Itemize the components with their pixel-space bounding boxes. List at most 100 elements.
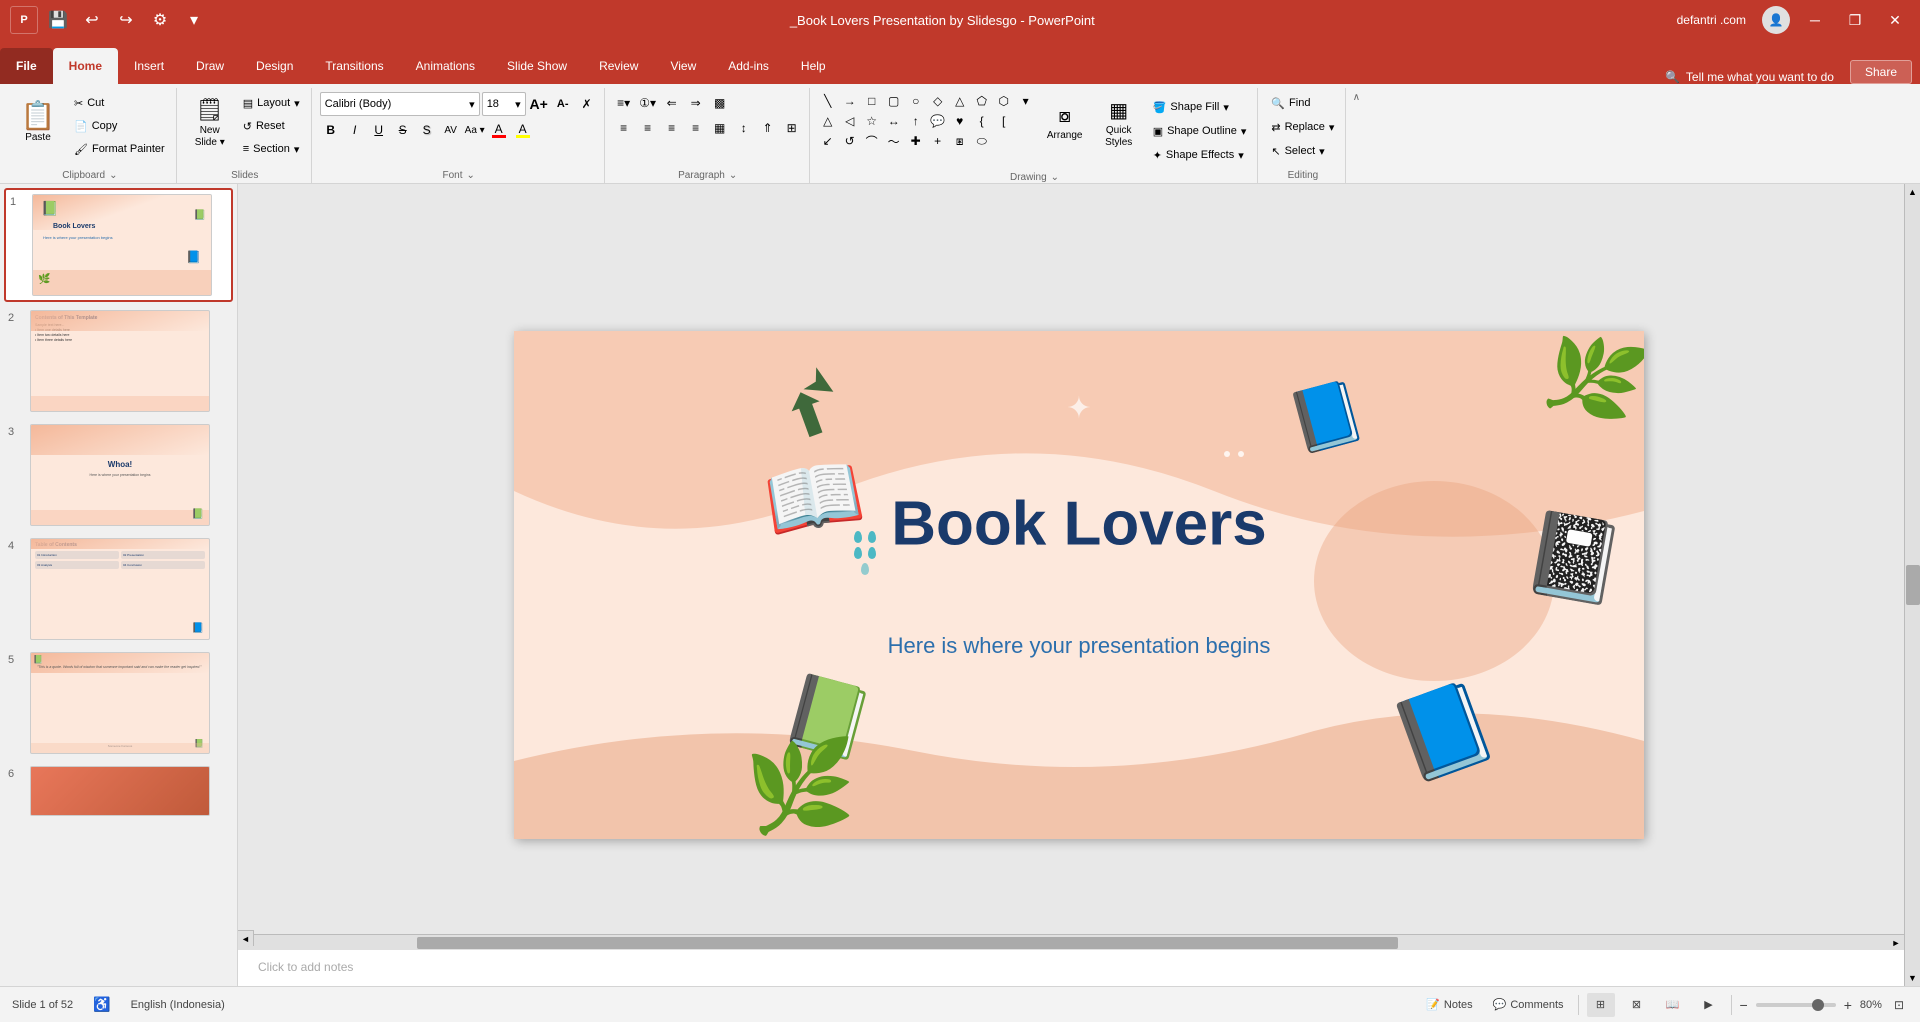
fit-slide-btn[interactable]: ⊡	[1890, 998, 1908, 1012]
zoom-level[interactable]: 80%	[1860, 999, 1882, 1011]
bracket-shape[interactable]: [	[994, 112, 1014, 130]
line-spacing-button[interactable]: ↕	[733, 117, 755, 139]
tab-transitions[interactable]: Transitions	[309, 48, 399, 84]
tab-home[interactable]: Home	[53, 48, 118, 84]
swoosh-shape[interactable]: ↙	[818, 132, 838, 150]
layout-button[interactable]: ▤ Layout ▾	[238, 92, 305, 114]
format-painter-button[interactable]: 🖌 Format Painter	[69, 138, 170, 160]
user-avatar[interactable]: 👤	[1762, 6, 1790, 34]
tab-review[interactable]: Review	[583, 48, 654, 84]
highlight-color-button[interactable]: A	[512, 119, 534, 141]
tab-help[interactable]: Help	[785, 48, 842, 84]
scroll-up-btn[interactable]: ▲	[1905, 184, 1920, 200]
decrease-indent-button[interactable]: ⇐	[661, 92, 683, 114]
scroll-right-btn[interactable]: ►	[1888, 935, 1904, 951]
paste-button[interactable]: 📋 Paste	[10, 92, 66, 154]
search-tab[interactable]: 🔍 Tell me what you want to do	[1649, 70, 1850, 84]
normal-view-btn[interactable]: ⊞	[1587, 993, 1615, 1017]
align-right-button[interactable]: ≡	[661, 117, 683, 139]
replace-button[interactable]: ⇄ Replace ▾	[1266, 116, 1339, 138]
cylinder-shape[interactable]: ⬭	[972, 132, 992, 150]
change-case-button[interactable]: Aa ▾	[464, 119, 486, 141]
shape-effects-button[interactable]: ✦ Shape Effects ▾	[1148, 144, 1252, 166]
cut-button[interactable]: ✂ Cut	[69, 92, 170, 114]
font-grow-button[interactable]: A+	[528, 93, 550, 115]
select-button[interactable]: ↖ Select ▾	[1266, 140, 1329, 162]
scroll-down-btn[interactable]: ▼	[1905, 970, 1920, 986]
zoom-in-btn[interactable]: +	[1844, 997, 1852, 1013]
brace-shape[interactable]: {	[972, 112, 992, 130]
zoom-slider[interactable]	[1756, 1003, 1836, 1007]
font-size-dropdown[interactable]: 18 ▾	[482, 92, 526, 116]
align-center-button[interactable]: ≡	[637, 117, 659, 139]
notes-area[interactable]: Click to add notes	[238, 946, 1920, 986]
triangle2-shape[interactable]: △	[818, 112, 838, 130]
tab-draw[interactable]: Draw	[180, 48, 240, 84]
scroll-thumb[interactable]	[1906, 565, 1920, 605]
star5-shape[interactable]: ☆	[862, 112, 882, 130]
copy-button[interactable]: 📄 Copy	[69, 115, 170, 137]
restore-btn[interactable]: ❐	[1840, 6, 1870, 34]
smart-art-button[interactable]: ▩	[709, 92, 731, 114]
bold-button[interactable]: B	[320, 119, 342, 141]
h-scroll-thumb[interactable]	[417, 937, 1397, 949]
curved-arrow-shape[interactable]: ↺	[840, 132, 860, 150]
shapes-expand[interactable]: ▾	[1016, 92, 1036, 110]
rounded-rect-shape[interactable]: ▢	[884, 92, 904, 110]
close-btn[interactable]: ✕	[1880, 6, 1910, 34]
zoom-out-btn[interactable]: −	[1740, 997, 1748, 1013]
triangle-shape[interactable]: △	[950, 92, 970, 110]
reset-button[interactable]: ↺ Reset	[238, 115, 305, 137]
flowchart-shape[interactable]: ⧆	[950, 132, 970, 150]
slide-item-2[interactable]: 2 Contents of This Template Sample text …	[4, 306, 233, 416]
slide-sorter-btn[interactable]: ⊠	[1623, 993, 1651, 1017]
font-color-button[interactable]: A	[488, 119, 510, 141]
increase-indent-button[interactable]: ⇒	[685, 92, 707, 114]
shape-fill-button[interactable]: 🪣 Shape Fill ▾	[1148, 96, 1252, 118]
font-shrink-button[interactable]: A-	[552, 93, 574, 115]
comments-button[interactable]: 💬 Comments	[1487, 996, 1570, 1013]
share-button[interactable]: Share	[1850, 60, 1912, 84]
diamond-shape[interactable]: ◇	[928, 92, 948, 110]
clear-formatting-button[interactable]: ✗	[576, 93, 598, 115]
slide-item-5[interactable]: 5 "This is a quote. Words full of wisdom…	[4, 648, 233, 758]
reading-view-btn[interactable]: 📖	[1659, 993, 1687, 1017]
numbering-button[interactable]: ①▾	[637, 92, 659, 114]
clipboard-expand-icon[interactable]: ⌄	[109, 170, 117, 181]
quick-styles-button[interactable]: ▦ QuickStyles	[1094, 92, 1144, 154]
cross-shape[interactable]: ✚	[906, 132, 926, 150]
redo-quick-btn[interactable]: ↪	[112, 6, 140, 34]
rtriangle-shape[interactable]: ◁	[840, 112, 860, 130]
font-expand-icon[interactable]: ⌄	[467, 170, 475, 181]
scroll-left-btn[interactable]: ◄	[238, 930, 254, 946]
undo-quick-btn[interactable]: ↩	[78, 6, 106, 34]
language-label[interactable]: English (Indonesia)	[131, 999, 225, 1011]
tab-animations[interactable]: Animations	[400, 48, 491, 84]
slide-item-6[interactable]: 6	[4, 762, 233, 820]
tab-design[interactable]: Design	[240, 48, 309, 84]
text-direction-button[interactable]: ⇑	[757, 117, 779, 139]
justify-button[interactable]: ≡	[685, 117, 707, 139]
zoom-thumb[interactable]	[1812, 999, 1824, 1011]
slideshow-btn[interactable]: ▶	[1695, 993, 1723, 1017]
notes-button[interactable]: 📝 Notes	[1420, 996, 1478, 1013]
drawing-expand-icon[interactable]: ⌄	[1051, 172, 1059, 183]
text-align-button[interactable]: ⊞	[781, 117, 803, 139]
slide-item-4[interactable]: 4 Table of Contents 01 Introduction 02 P…	[4, 534, 233, 644]
tab-view[interactable]: View	[654, 48, 712, 84]
customize-quick-btn[interactable]: ⚙	[146, 6, 174, 34]
arrange-button[interactable]: ⧇ Arrange	[1040, 92, 1090, 154]
tab-insert[interactable]: Insert	[118, 48, 180, 84]
circle-shape[interactable]: ○	[906, 92, 926, 110]
plus-shape[interactable]: +	[928, 132, 948, 150]
paragraph-expand-icon[interactable]: ⌄	[729, 170, 737, 181]
arrow-shape[interactable]: →	[840, 92, 860, 110]
columns-button[interactable]: ▦	[709, 117, 731, 139]
pentagon-shape[interactable]: ⬠	[972, 92, 992, 110]
align-left-button[interactable]: ≡	[613, 117, 635, 139]
font-family-dropdown[interactable]: Calibri (Body) ▾	[320, 92, 480, 116]
save-quick-btn[interactable]: 💾	[44, 6, 72, 34]
callout-shape[interactable]: 💬	[928, 112, 948, 130]
bullets-button[interactable]: ≡▾	[613, 92, 635, 114]
line-shape[interactable]: ╲	[818, 92, 838, 110]
